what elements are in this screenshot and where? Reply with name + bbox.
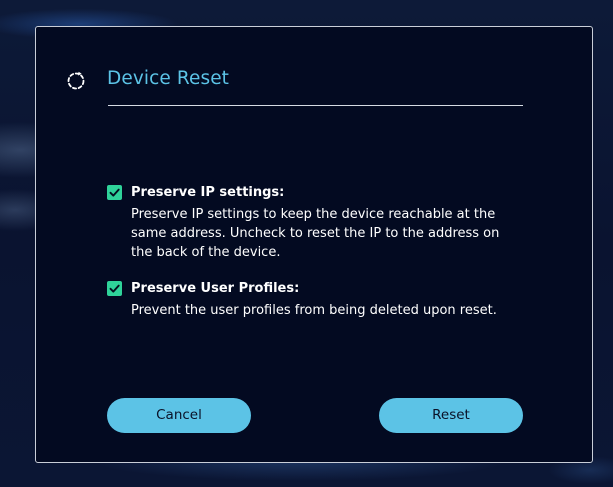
preserve-ip-description: Preserve IP settings to keep the device … <box>131 207 500 260</box>
title-divider <box>108 105 523 106</box>
preserve-ip-checkbox[interactable] <box>107 185 122 200</box>
dialog-title: Device Reset <box>107 68 230 89</box>
preserve-ip-label[interactable]: Preserve IP settings: <box>131 183 284 202</box>
preserve-user-profiles-checkbox[interactable] <box>107 281 122 296</box>
preserve-user-profiles-label[interactable]: Preserve User Profiles: <box>131 279 299 298</box>
preserve-user-profiles-description: Prevent the user profiles from being del… <box>131 303 497 318</box>
reset-button[interactable]: Reset <box>379 398 523 433</box>
checkmark-icon <box>109 188 120 197</box>
reset-icon <box>67 71 85 90</box>
device-reset-dialog: Device Reset Preserve IP settings: Prese… <box>35 26 593 463</box>
checkmark-icon <box>109 284 120 293</box>
cancel-button[interactable]: Cancel <box>107 398 251 433</box>
